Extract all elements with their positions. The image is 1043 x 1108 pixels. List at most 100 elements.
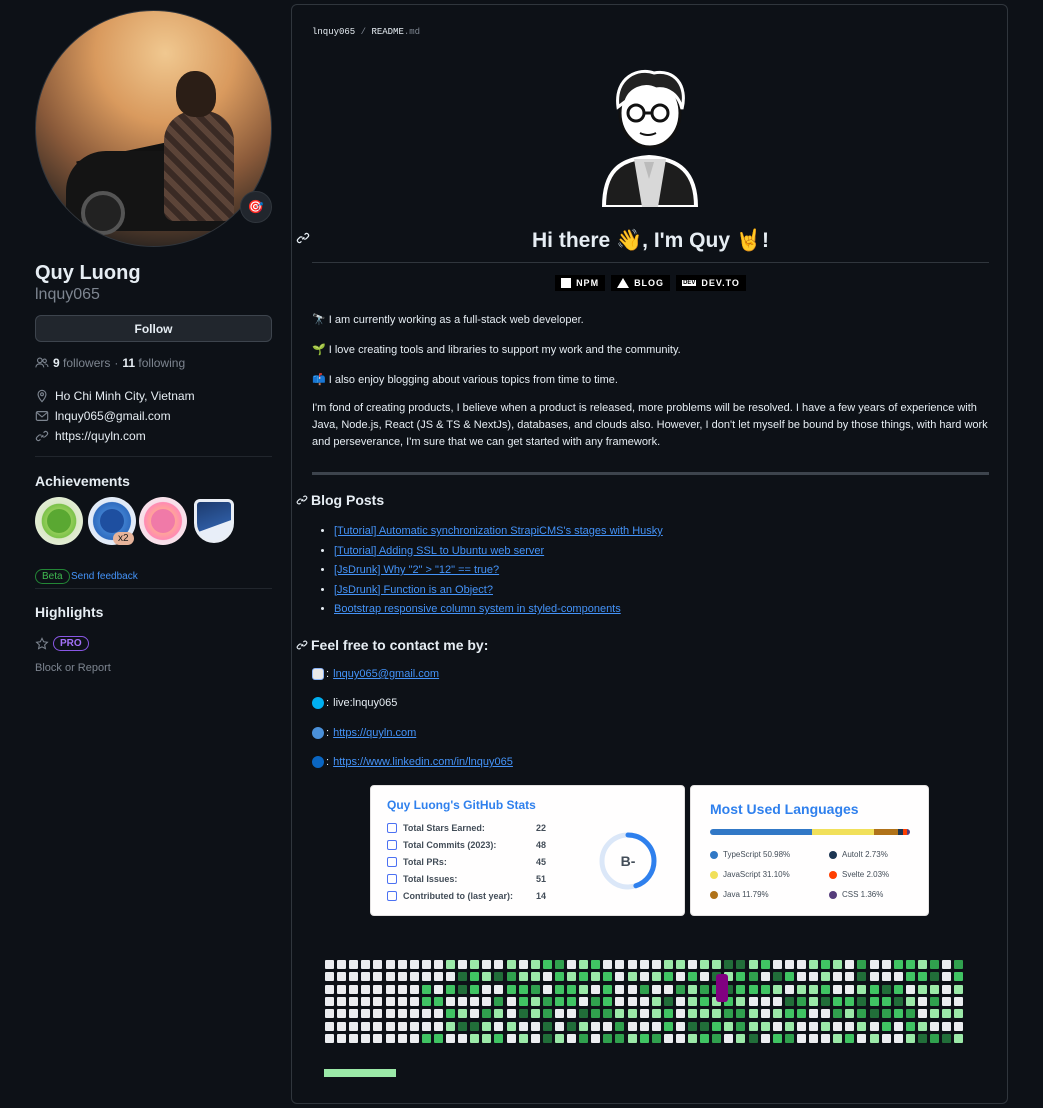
contribution-cell [869,960,879,969]
github-stats-card[interactable]: Quy Luong's GitHub Stats Total Stars Ear… [370,785,685,916]
contribution-cell [688,996,697,1006]
contribution-cell [688,984,697,994]
contribution-cell [675,972,685,982]
contribution-cell [325,1021,334,1031]
block-or-report-link[interactable]: Block or Report [35,662,111,674]
contribution-cell [796,1021,806,1031]
contribution-cell [615,1021,625,1031]
link-icon[interactable] [296,639,308,651]
email-icon [312,668,324,680]
contribution-cell [494,960,504,969]
contribution-cell [651,960,661,969]
contribution-cell [409,972,419,982]
contribution-cell [639,1009,649,1019]
contribution-cell [542,996,552,1006]
follow-button[interactable]: Follow [35,315,272,342]
achievement-pea-badge[interactable] [35,497,83,545]
contact-website-link[interactable]: https://quyln.com [333,727,416,739]
contribution-cell [833,1009,843,1019]
contribution-cell [579,1009,589,1019]
link-icon[interactable] [296,494,308,506]
blog-post-link[interactable]: [Tutorial] Automatic synchronization Str… [334,525,663,537]
contribution-cell [796,1033,806,1043]
contribution-cell [615,984,625,994]
rank-grade: B- [620,853,636,869]
language-item: Svelte 2.03% [829,870,889,879]
contribution-cell [397,972,407,982]
contribution-cell [494,1033,504,1043]
contribution-cell [421,996,431,1006]
contribution-cell [930,996,939,1006]
contribution-cell [748,984,758,994]
contribution-cell [639,972,649,982]
npm-icon [561,278,572,288]
contribution-cell [433,1021,443,1031]
contribution-cell [833,960,843,969]
breadcrumb-user[interactable]: lnquy065 [312,27,355,37]
contribution-cell [433,960,443,969]
website-link[interactable]: https://quyln.com [55,429,146,443]
contribution-cell [688,1033,697,1043]
contribution-cell [603,972,613,982]
contribution-cell [482,960,492,969]
stat-value: 14 [536,891,547,901]
contribution-cell [554,960,564,969]
achievement-starstruck-badge[interactable] [194,499,234,543]
contribution-cell [579,972,589,982]
contribution-cell [942,996,952,1006]
breadcrumb-file[interactable]: README [371,27,403,37]
email-link[interactable]: lnquy065@gmail.com [55,409,171,423]
section-rule [312,472,989,475]
blog-shield[interactable]: BLOG [611,275,671,291]
contribution-cell [409,996,419,1006]
blog-post-link[interactable]: [Tutorial] Adding SSL to Ubuntu web serv… [334,545,544,557]
stat-row: Total Issues: [387,874,457,884]
star-icon [35,636,49,650]
contribution-cell [845,996,855,1006]
contribution-cell [857,984,867,994]
blog-post-link[interactable]: Bootstrap responsive column system in st… [334,603,621,615]
contribution-cell [821,1009,831,1019]
followers-link[interactable]: 9 followers [53,356,110,370]
blog-post-link[interactable]: [JsDrunk] Function is an Object? [334,584,493,596]
contribution-cell [724,1009,734,1019]
contribution-cell [494,984,504,994]
contribution-cell [482,984,492,994]
send-feedback-link[interactable]: Send feedback [71,571,138,582]
contribution-cell [833,972,843,982]
contribution-cell [361,960,371,969]
contribution-cell [385,960,395,969]
profile-avatar[interactable] [35,10,272,247]
contribution-cell [796,984,806,994]
npm-shield[interactable]: NPM [555,275,606,291]
snake-progress-bar [324,1069,396,1077]
language-color-dot [710,870,718,879]
contribution-cell [639,1021,649,1031]
contribution-cell [494,996,504,1006]
status-emoji-button[interactable]: 🎯 [240,191,272,223]
contribution-cell [845,1033,855,1043]
blog-post-link[interactable]: [JsDrunk] Why "2" > "12" == true? [334,564,499,576]
contribution-cell [845,972,855,982]
achievement-yolo-badge[interactable] [139,497,187,545]
achievements-title: Achievements [35,473,130,489]
profile-login: lnquy065 [35,286,100,303]
contribution-cell [446,1009,455,1019]
contribution-cell [421,1033,431,1043]
contribution-cell [748,960,758,969]
contact-email-link[interactable]: lnquy065@gmail.com [333,668,439,680]
contribution-cell [554,972,564,982]
contribution-cell [627,960,637,969]
contribution-cell [942,984,952,994]
contribution-cell [796,996,806,1006]
following-link[interactable]: 11 following [122,356,185,370]
contribution-cell [603,1021,613,1031]
contribution-cell [591,1021,601,1031]
contribution-cell [954,996,964,1006]
contact-linkedin-link[interactable]: https://www.linkedin.com/in/lnquy065 [333,756,513,768]
contribution-cell [712,960,722,969]
devto-shield[interactable]: DEV DEV.TO [676,275,746,291]
contribution-cell [796,960,806,969]
most-used-languages-card[interactable]: Most Used Languages TypeScript 50.98% Au… [690,785,929,916]
highlights-title: Highlights [35,604,104,620]
